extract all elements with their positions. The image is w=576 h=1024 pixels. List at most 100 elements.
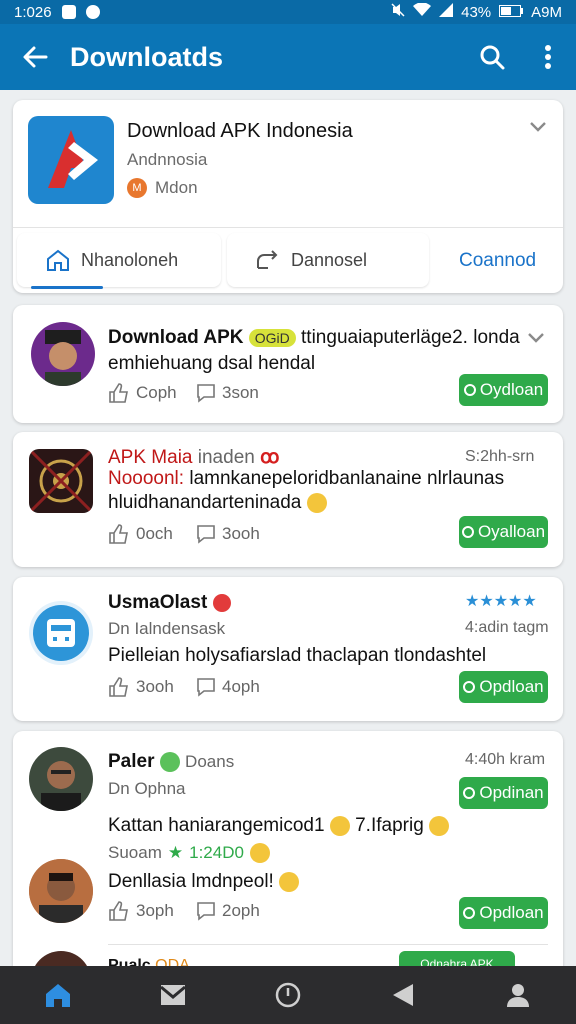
chevron-down-icon (528, 333, 544, 343)
nav-home[interactable] (0, 966, 115, 1024)
like-button[interactable]: 0och (108, 524, 173, 544)
back-button[interactable] (0, 24, 70, 90)
signal-icon (439, 3, 454, 21)
status-right-time: A9M (531, 3, 562, 21)
post-title: APK Maia inaden ꝏ (108, 446, 279, 469)
smiley-icon (429, 815, 450, 836)
post-author: UsmaOlast (108, 592, 208, 613)
profile-icon (507, 984, 530, 1007)
thumbs-up-icon (109, 677, 128, 697)
comment-icon (197, 384, 215, 403)
smiley-icon (249, 843, 270, 863)
smiley-icon (279, 871, 300, 892)
bottom-navigation (0, 966, 576, 1024)
wifi-icon (413, 2, 432, 21)
download-label: Opdinan (479, 783, 544, 802)
oo-icon: ꝏ (260, 447, 280, 468)
expand-button[interactable] (527, 331, 545, 349)
avatar (29, 449, 93, 513)
chevron-down-icon (530, 122, 546, 132)
owner-badge: M (127, 178, 147, 198)
expand-button[interactable] (529, 120, 547, 138)
arrow-left-icon (23, 46, 48, 68)
like-button[interactable]: Coph (108, 383, 177, 403)
post-text: Kattan haniarangemicod1 7.Ifaprig (108, 815, 450, 837)
download-label: Opdloan (479, 677, 544, 696)
circle-icon (463, 907, 476, 919)
thumbs-up-icon (109, 901, 128, 921)
post-author-extra: inaden (197, 447, 255, 468)
clock-icon (275, 982, 301, 1008)
mail-icon (159, 985, 186, 1005)
download-button[interactable]: Opdloan (459, 897, 548, 929)
post-subtitle: Dn Ialndensask (108, 619, 226, 638)
comment-button[interactable]: 4oph (196, 677, 260, 697)
comment-icon (197, 678, 215, 697)
search-button[interactable] (464, 24, 520, 90)
more-vertical-icon (545, 45, 551, 69)
comment-button[interactable]: 3son (196, 383, 259, 403)
download-label: Oyalloan (477, 522, 546, 541)
tab-label: Nhanoloneh (81, 249, 179, 270)
notification-icon-2 (85, 5, 100, 19)
download-button[interactable]: Oydloan (459, 374, 548, 406)
circle-icon (463, 384, 476, 396)
post-time: S:2hh-srn (465, 448, 535, 465)
home-icon (45, 984, 70, 1007)
star-icon: ★ (167, 843, 184, 862)
app-subtitle: Andnnosia (127, 150, 208, 169)
post-text-line1: Kattan haniarangemicod1 (108, 815, 325, 836)
status-time: 1:026 (14, 3, 52, 21)
more-button[interactable] (520, 24, 576, 90)
post-card: UsmaOlast ★★★★★ Dn Ialndensask 4:adin ta… (13, 577, 563, 721)
smiley-icon (306, 492, 327, 513)
comment-icon (197, 902, 215, 921)
thumbs-up-icon (109, 383, 128, 403)
post-title: Download APK OGiD ttinguaiaputerläge2. l… (108, 327, 520, 349)
comment-button[interactable]: 3ooh (196, 524, 260, 544)
circle-icon (463, 681, 476, 693)
nav-mail[interactable] (115, 966, 230, 1024)
post-subtitle: Dn Ophna (108, 779, 186, 798)
post-text: Pielleian holysafiarslad thaclapan tlond… (108, 645, 487, 666)
download-label: Opdloan (479, 903, 544, 922)
battery-icon (499, 4, 524, 21)
meta-time: 1:24D0 (189, 843, 244, 862)
post-meta: Suoam ★ 1:24D0 (108, 843, 270, 863)
header-link[interactable]: Coannod (459, 250, 536, 272)
app-logo (28, 116, 114, 204)
smiley-icon (329, 815, 350, 836)
nav-profile[interactable] (461, 966, 576, 1024)
tab-home[interactable]: Nhanoloneh (17, 233, 221, 287)
comment-count: 2oph (222, 901, 260, 920)
like-count: 3ooh (136, 677, 174, 696)
app-header-card: Download APK Indonesia Andnnosia M Mdon … (13, 100, 563, 293)
home-outline-icon (47, 249, 69, 271)
meta-text: Suoam (108, 843, 162, 862)
post-text-2: hluidhanandarteninada (108, 492, 327, 514)
tab-share[interactable]: Dannosel (227, 233, 429, 287)
like-button[interactable]: 3ooh (108, 677, 174, 697)
download-button[interactable]: Oyalloan (459, 516, 548, 548)
post-rating: ★★★★★ (465, 593, 537, 610)
download-button-top[interactable]: Opdinan (459, 777, 548, 809)
circle-icon (461, 526, 474, 538)
post-text: Noooonl: lamnkanepeloridbanlanaine nlrla… (108, 468, 504, 490)
like-button[interactable]: 3oph (108, 901, 174, 921)
post-badge: OGiD (248, 328, 296, 347)
battery-percent: 43% (461, 3, 492, 21)
download-button[interactable]: Opdloan (459, 671, 548, 703)
like-count: 3oph (136, 901, 174, 920)
mute-icon (391, 3, 405, 21)
like-count: Coph (136, 383, 177, 402)
nav-recent[interactable] (230, 966, 345, 1024)
comment-count: 4oph (222, 677, 260, 696)
comment-button[interactable]: 2oph (196, 901, 260, 921)
avatar (31, 322, 95, 386)
nav-back[interactable] (346, 966, 461, 1024)
app-title: Download APK Indonesia (127, 120, 353, 142)
post-text-rest: lamnkanepeloridbanlanaine nlrlaunas (189, 468, 505, 489)
pin-icon (212, 593, 231, 612)
circle-icon (463, 787, 476, 799)
post-text-2: Denllasia lmdnpeol! (108, 871, 300, 893)
